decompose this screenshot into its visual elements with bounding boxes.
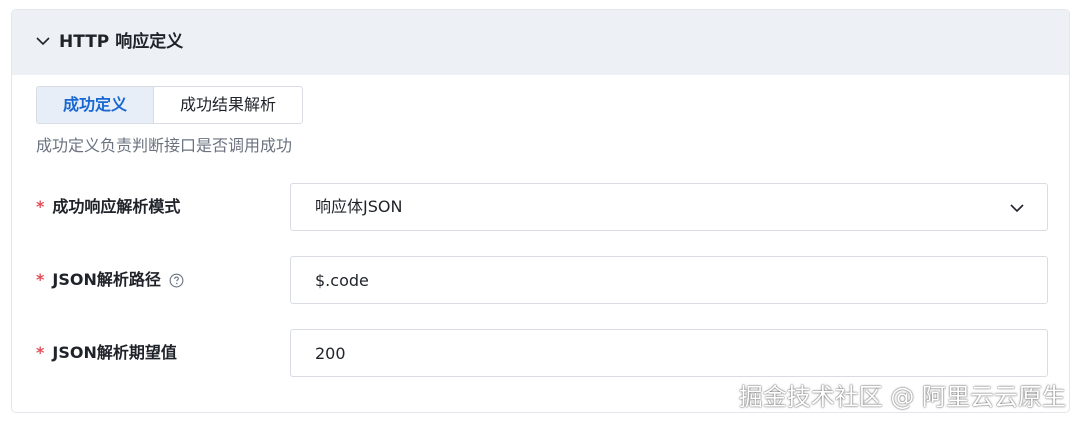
path-label: * JSON解析路径 [36,268,184,292]
tab-success-definition[interactable]: 成功定义 [37,87,155,123]
form-row-expected: * JSON解析期望值 [12,329,1069,377]
chevron-down-icon[interactable] [1009,200,1025,216]
question-circle-icon[interactable] [169,273,184,288]
expected-label-text: JSON解析期望值 [52,343,177,362]
form-row-path: * JSON解析路径 [12,256,1069,304]
mode-select[interactable]: 响应体JSON [290,183,1048,231]
tab-description: 成功定义负责判断接口是否调用成功 [36,136,293,155]
panel-title: HTTP 响应定义 [59,32,184,52]
watermark: 掘金技术社区 @ 阿里云云原生 [738,383,1066,411]
required-mark: * [36,270,45,289]
mode-label: * 成功响应解析模式 [36,195,180,219]
json-path-input[interactable] [290,256,1048,304]
required-mark: * [36,197,45,216]
panel-header[interactable]: HTTP 响应定义 [12,10,1069,75]
required-mark: * [36,343,45,362]
mode-label-text: 成功响应解析模式 [52,197,181,216]
path-label-text: JSON解析路径 [52,270,161,289]
http-response-panel: HTTP 响应定义 成功定义 成功结果解析 成功定义负责判断接口是否调用成功 *… [11,9,1070,413]
tab-success-result-parsing[interactable]: 成功结果解析 [154,87,302,123]
expected-label: * JSON解析期望值 [36,341,177,365]
form-row-mode: * 成功响应解析模式 响应体JSON [12,183,1069,231]
tab-group: 成功定义 成功结果解析 [36,86,304,124]
expected-value-input[interactable] [290,329,1048,377]
chevron-down-icon[interactable] [36,34,50,48]
mode-select-value: 响应体JSON [315,197,403,216]
